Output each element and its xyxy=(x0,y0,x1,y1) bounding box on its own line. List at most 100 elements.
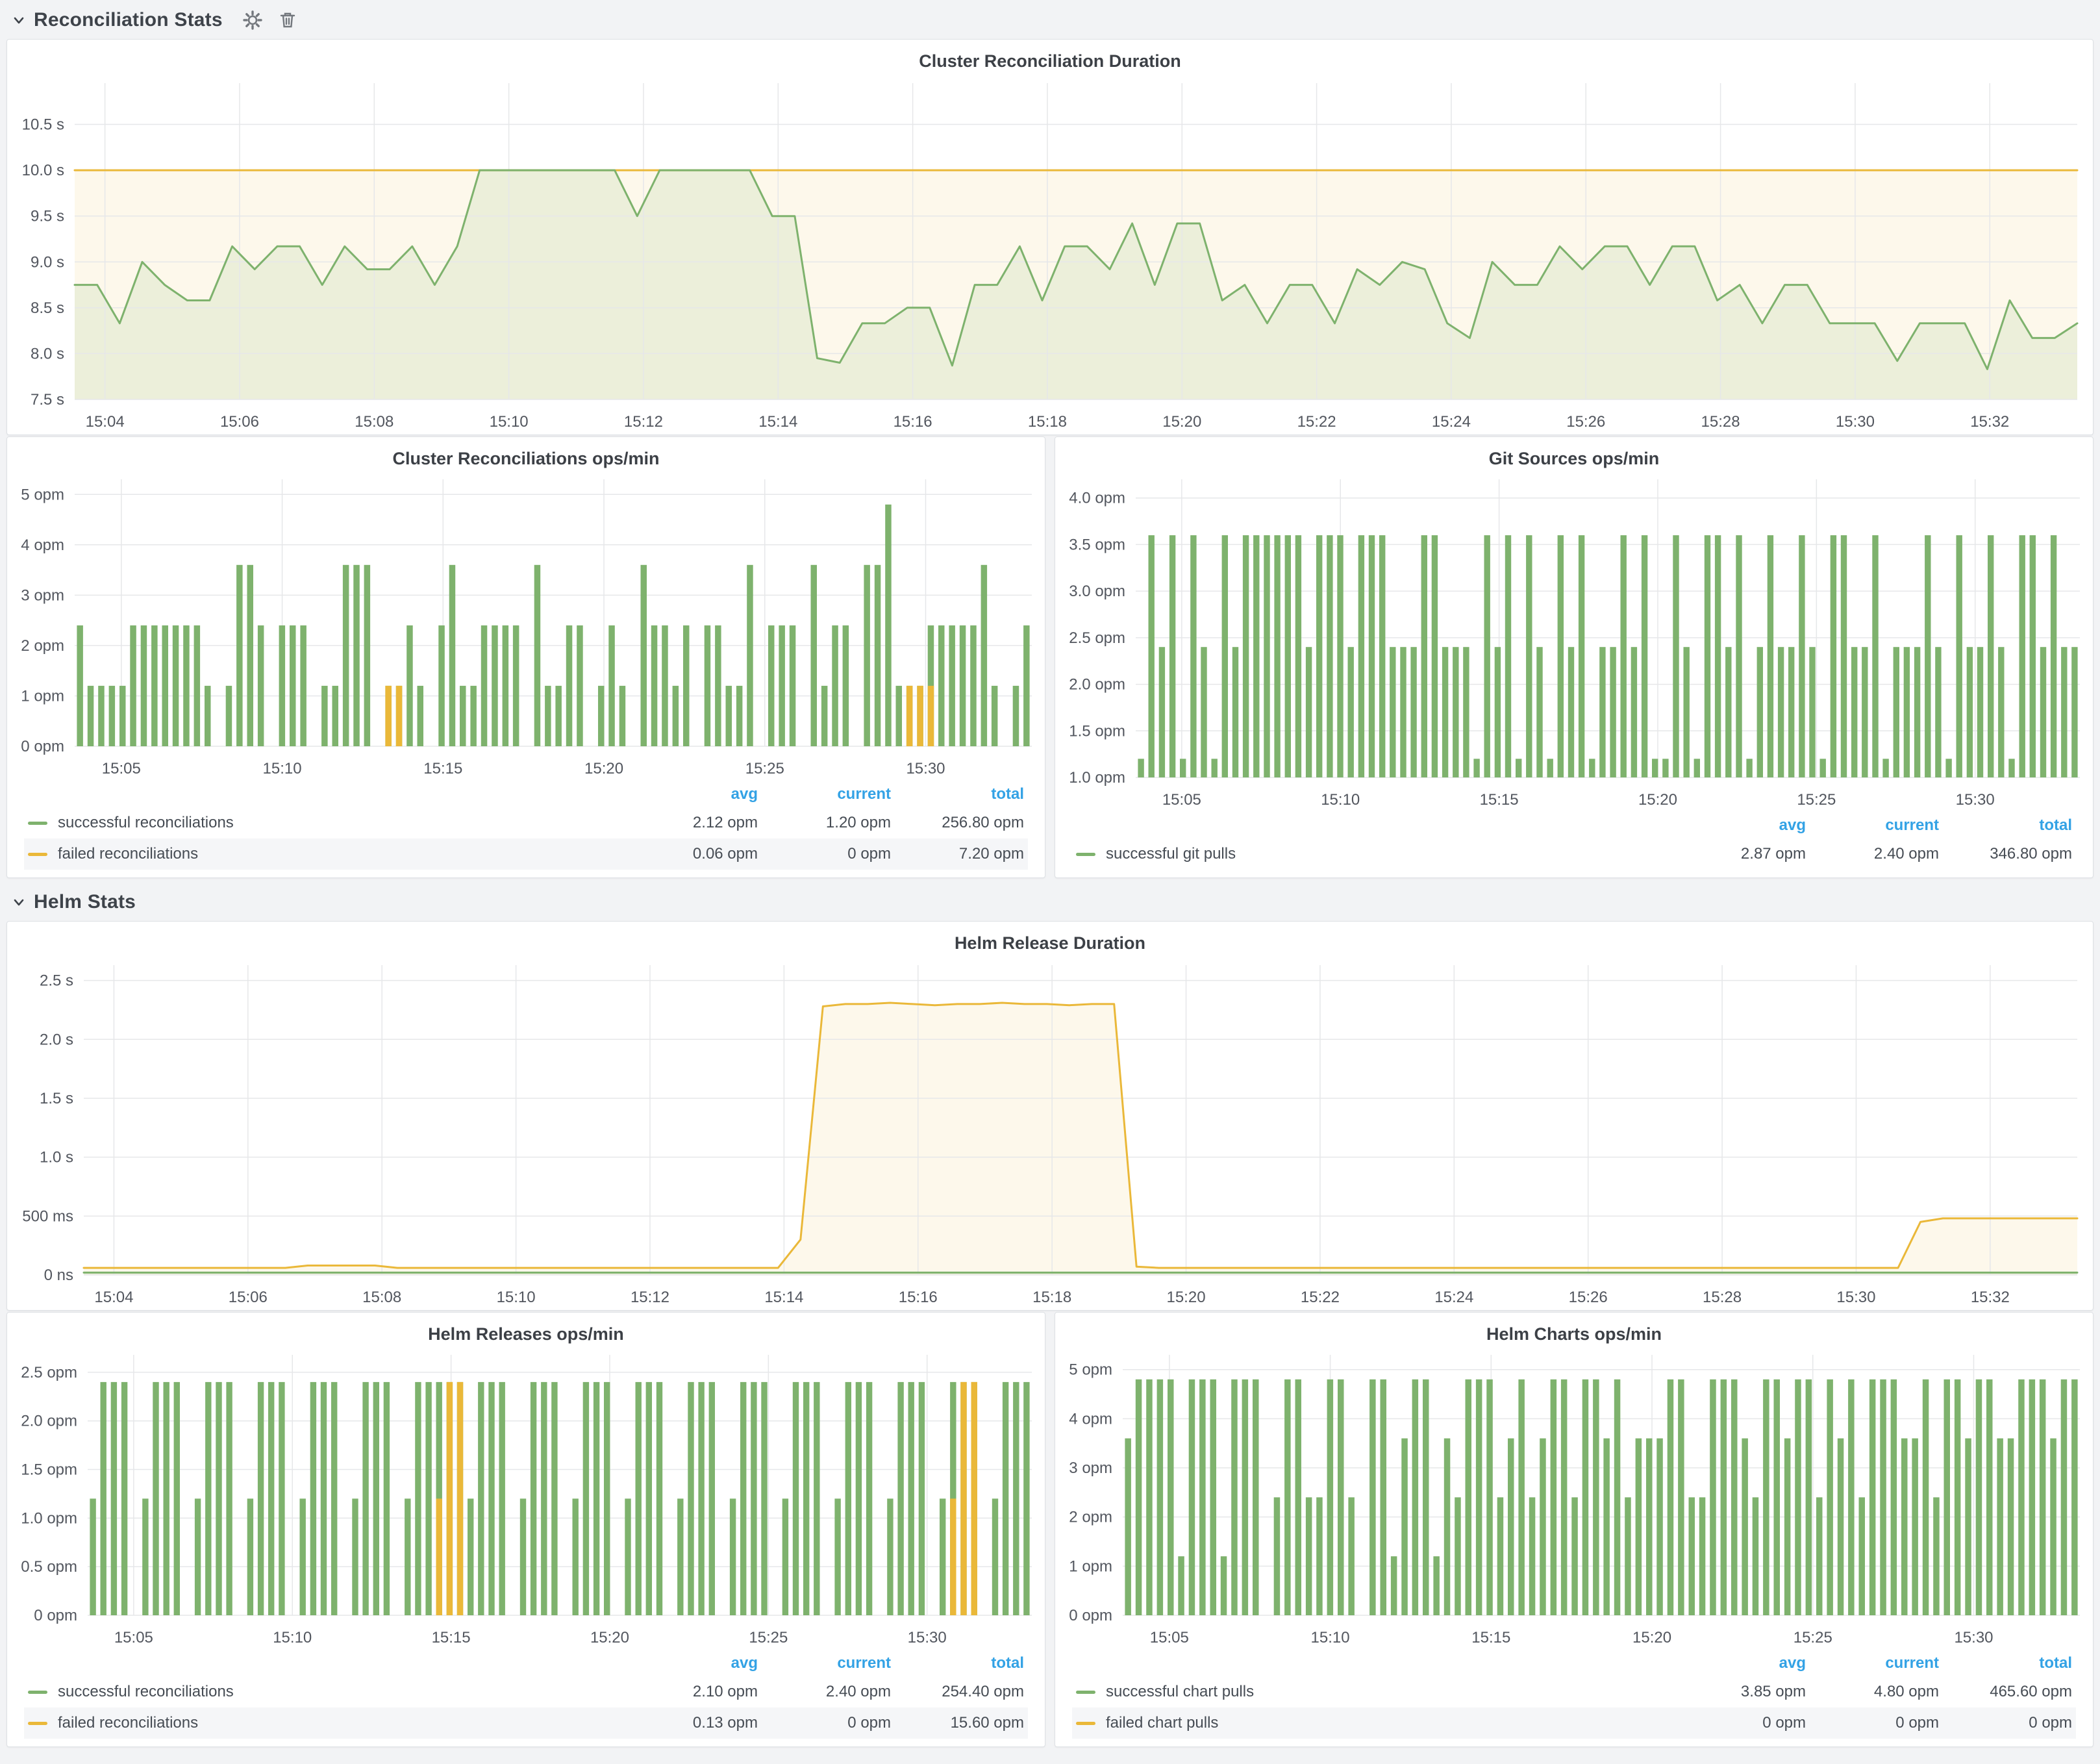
legend-value: 3.85 opm xyxy=(1673,1683,1806,1701)
svg-text:1 opm: 1 opm xyxy=(1069,1557,1112,1575)
legend-sort-avg[interactable]: avg xyxy=(1673,816,1806,835)
legend-table: avgcurrenttotal successful reconciliation… xyxy=(7,1650,1045,1746)
time-series-chart-canvas[interactable]: 7.5 s8.0 s8.5 s9.0 s9.5 s10.0 s10.5 s15:… xyxy=(7,73,2093,435)
svg-text:15:04: 15:04 xyxy=(94,1289,133,1306)
legend-series-label[interactable]: failed reconciliations xyxy=(28,1714,625,1732)
legend-sort-current[interactable]: current xyxy=(758,785,891,803)
legend-sort-total[interactable]: total xyxy=(891,1654,1024,1672)
panel-row-helm-rates: Helm Releases ops/min 0 opm0.5 opm1.0 op… xyxy=(6,1312,2094,1747)
svg-text:15:10: 15:10 xyxy=(490,413,529,431)
svg-text:0 ns: 0 ns xyxy=(44,1266,73,1284)
svg-text:9.5 s: 9.5 s xyxy=(31,208,64,225)
legend-series-label[interactable]: failed reconciliations xyxy=(28,845,625,863)
legend-series-label[interactable]: successful git pulls xyxy=(1076,845,1673,863)
svg-text:15:08: 15:08 xyxy=(355,413,394,431)
svg-text:15:12: 15:12 xyxy=(631,1289,669,1306)
svg-text:15:22: 15:22 xyxy=(1297,413,1336,431)
svg-text:15:16: 15:16 xyxy=(899,1289,938,1306)
svg-text:2.5 s: 2.5 s xyxy=(40,972,73,990)
svg-text:4 opm: 4 opm xyxy=(21,536,64,554)
svg-text:15:12: 15:12 xyxy=(624,413,663,431)
svg-text:15:20: 15:20 xyxy=(1166,1289,1205,1306)
chevron-down-icon[interactable] xyxy=(10,894,27,911)
legend-value: 2.10 opm xyxy=(625,1683,758,1701)
bar-chart-canvas[interactable]: 1.0 opm1.5 opm2.0 opm2.5 opm3.0 opm3.5 o… xyxy=(1055,470,2093,813)
svg-text:15:32: 15:32 xyxy=(1971,1289,2010,1306)
svg-text:15:28: 15:28 xyxy=(1703,1289,1742,1306)
panel-row-duration: Cluster Reconciliation Duration 7.5 s8.0… xyxy=(6,39,2094,435)
chart-svg: 0 opm0.5 opm1.0 opm1.5 opm2.0 opm2.5 opm… xyxy=(7,1346,1045,1650)
svg-text:15:30: 15:30 xyxy=(1836,1289,1875,1306)
panel-title[interactable]: Helm Releases ops/min xyxy=(7,1313,1045,1346)
svg-text:4 opm: 4 opm xyxy=(1069,1410,1112,1428)
legend-sort-avg[interactable]: avg xyxy=(625,785,758,803)
section-header-helm-stats[interactable]: Helm Stats xyxy=(6,885,2094,920)
legend-table: avgcurrenttotal successful git pulls2.87 … xyxy=(1055,813,2093,877)
legend-sort-total[interactable]: total xyxy=(891,785,1024,803)
bar-chart-canvas[interactable]: 0 opm1 opm2 opm3 opm4 opm5 opm15:0515:10… xyxy=(1055,1346,2093,1650)
legend-value: 1.20 opm xyxy=(758,814,891,832)
svg-text:1.5 opm: 1.5 opm xyxy=(1069,722,1125,740)
legend-series-label[interactable]: failed chart pulls xyxy=(1076,1714,1673,1732)
legend-sort-current[interactable]: current xyxy=(1806,816,1939,835)
chevron-down-icon[interactable] xyxy=(10,12,27,29)
svg-text:2.0 opm: 2.0 opm xyxy=(1069,676,1125,694)
svg-text:15:30: 15:30 xyxy=(1954,1629,1993,1646)
panel-cluster-reconciliations-opm: Cluster Reconciliations ops/min 0 opm1 o… xyxy=(6,436,1045,878)
panel-title[interactable]: Git Sources ops/min xyxy=(1055,437,2093,470)
legend-sort-current[interactable]: current xyxy=(1806,1654,1939,1672)
time-series-chart-canvas[interactable]: 0 ns500 ms1.0 s1.5 s2.0 s2.5 s15:0415:06… xyxy=(7,955,2093,1310)
legend-value: 346.80 opm xyxy=(1939,845,2072,863)
svg-text:15:04: 15:04 xyxy=(86,413,125,431)
legend-series-label[interactable]: successful reconciliations xyxy=(28,814,625,832)
legend-series-label[interactable]: successful chart pulls xyxy=(1076,1683,1673,1701)
panel-title[interactable]: Cluster Reconciliations ops/min xyxy=(7,437,1045,470)
bar-chart-canvas[interactable]: 0 opm0.5 opm1.0 opm1.5 opm2.0 opm2.5 opm… xyxy=(7,1346,1045,1650)
svg-text:15:15: 15:15 xyxy=(432,1629,471,1646)
svg-text:15:10: 15:10 xyxy=(497,1289,536,1306)
legend-sort-avg[interactable]: avg xyxy=(1673,1654,1806,1672)
svg-text:15:20: 15:20 xyxy=(1162,413,1201,431)
svg-text:15:10: 15:10 xyxy=(1321,791,1360,809)
legend-row: successful git pulls2.87 opm2.40 opm346.… xyxy=(1072,838,2076,870)
legend-sort-avg[interactable]: avg xyxy=(625,1654,758,1672)
legend-sort-total[interactable]: total xyxy=(1939,816,2072,835)
svg-text:0 opm: 0 opm xyxy=(1069,1607,1112,1624)
panel-title[interactable]: Helm Charts ops/min xyxy=(1055,1313,2093,1346)
gear-icon[interactable] xyxy=(238,6,267,34)
svg-text:15:25: 15:25 xyxy=(749,1629,788,1646)
svg-text:10.0 s: 10.0 s xyxy=(22,162,64,179)
legend-sort-total[interactable]: total xyxy=(1939,1654,2072,1672)
svg-text:15:10: 15:10 xyxy=(1311,1629,1350,1646)
bar-chart-canvas[interactable]: 0 opm1 opm2 opm3 opm4 opm5 opm15:0515:10… xyxy=(7,470,1045,781)
svg-text:5 opm: 5 opm xyxy=(1069,1361,1112,1379)
legend-series-color-dash xyxy=(28,1691,47,1694)
svg-text:3.5 opm: 3.5 opm xyxy=(1069,536,1125,553)
section-header-reconciliation-stats[interactable]: Reconciliation Stats xyxy=(6,3,2094,38)
svg-text:15:30: 15:30 xyxy=(906,760,945,777)
svg-text:15:22: 15:22 xyxy=(1301,1289,1340,1306)
legend-table: avgcurrenttotal successful chart pulls3.8… xyxy=(1055,1650,2093,1746)
svg-text:8.5 s: 8.5 s xyxy=(31,299,64,317)
svg-text:15:24: 15:24 xyxy=(1434,1289,1473,1306)
panel-title[interactable]: Helm Release Duration xyxy=(7,922,2093,955)
legend-value: 256.80 opm xyxy=(891,814,1024,832)
svg-text:15:14: 15:14 xyxy=(764,1289,803,1306)
panel-title[interactable]: Cluster Reconciliation Duration xyxy=(7,40,2093,73)
section-title: Reconciliation Stats xyxy=(34,9,223,31)
svg-text:1.0 opm: 1.0 opm xyxy=(1069,769,1125,787)
legend-header-row: avgcurrenttotal xyxy=(24,781,1028,807)
svg-text:10.5 s: 10.5 s xyxy=(22,116,64,134)
svg-text:2.5 opm: 2.5 opm xyxy=(1069,629,1125,647)
chart-svg: 7.5 s8.0 s8.5 s9.0 s9.5 s10.0 s10.5 s15:… xyxy=(7,73,2093,435)
svg-text:2.5 opm: 2.5 opm xyxy=(21,1364,77,1381)
legend-value: 7.20 opm xyxy=(891,845,1024,863)
legend-series-label[interactable]: successful reconciliations xyxy=(28,1683,625,1701)
legend-sort-current[interactable]: current xyxy=(758,1654,891,1672)
legend-value: 0 opm xyxy=(1806,1714,1939,1732)
legend-value: 0.13 opm xyxy=(625,1714,758,1732)
legend-row: failed chart pulls0 opm0 opm0 opm xyxy=(1072,1707,2076,1739)
svg-text:15:15: 15:15 xyxy=(423,760,462,777)
trash-icon[interactable] xyxy=(273,6,302,34)
panel-helm-release-duration: Helm Release Duration 0 ns500 ms1.0 s1.5… xyxy=(6,921,2094,1311)
